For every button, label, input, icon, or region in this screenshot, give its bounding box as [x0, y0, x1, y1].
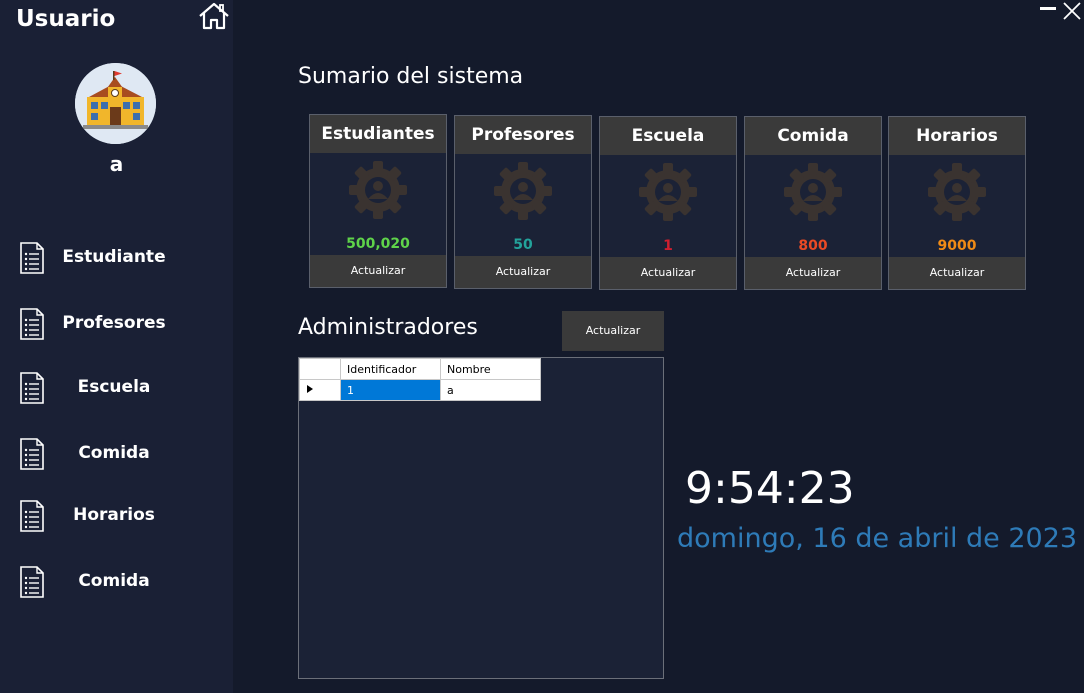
- user-gear-icon: [784, 163, 842, 221]
- sidebar-item-profesores[interactable]: Profesores: [0, 298, 233, 348]
- card-escuela: Escuela 1 Actualizar: [599, 116, 737, 290]
- table-row[interactable]: 1 a: [299, 379, 541, 401]
- card-value: 1: [663, 238, 673, 254]
- avatar: [75, 63, 156, 144]
- row-header-corner: [299, 358, 341, 380]
- sidebar-item-label: Profesores: [62, 313, 166, 333]
- column-header-identificador[interactable]: Identificador: [340, 358, 441, 380]
- user-gear-icon: [928, 163, 986, 221]
- card-estudiantes: Estudiantes 500,020 Actualizar: [309, 114, 447, 288]
- summary-title: Sumario del sistema: [298, 64, 524, 89]
- card-title: Comida: [745, 117, 881, 155]
- clock-date: domingo, 16 de abril de 2023: [677, 523, 1078, 554]
- current-row-arrow-icon: [307, 384, 313, 393]
- user-gear-icon: [639, 163, 697, 221]
- card-profesores: Profesores 50 Actualizar: [454, 115, 592, 289]
- sidebar-item-comida[interactable]: Comida: [0, 428, 233, 478]
- card-title: Profesores: [455, 116, 591, 154]
- card-title: Escuela: [600, 117, 736, 155]
- user-name: a: [109, 152, 124, 176]
- column-header-nombre[interactable]: Nombre: [440, 358, 541, 380]
- user-gear-icon: [494, 162, 552, 220]
- card-title: Horarios: [889, 117, 1025, 155]
- refresh-admins-button[interactable]: Actualizar: [562, 311, 664, 351]
- card-value: 500,020: [346, 236, 410, 252]
- sidebar-item-label: Estudiante: [62, 247, 166, 267]
- admins-table: Identificador Nombre 1 a: [299, 358, 541, 401]
- card-value: 800: [798, 238, 828, 254]
- card-value: 50: [513, 237, 533, 253]
- sidebar-item-label: Comida: [78, 443, 150, 463]
- admins-title: Administradores: [298, 315, 478, 340]
- school-building-icon: [75, 63, 156, 144]
- close-icon[interactable]: [1061, 0, 1083, 22]
- cell-identificador[interactable]: 1: [340, 379, 441, 401]
- cell-nombre[interactable]: a: [440, 379, 541, 401]
- admins-grid[interactable]: Identificador Nombre 1 a: [298, 357, 664, 679]
- sidebar-item-escuela[interactable]: Escuela: [0, 362, 233, 412]
- sidebar-item-comida-2[interactable]: Comida: [0, 556, 233, 606]
- refresh-escuela-button[interactable]: Actualizar: [600, 257, 736, 289]
- refresh-estudiantes-button[interactable]: Actualizar: [310, 255, 446, 287]
- minimize-icon[interactable]: [1038, 0, 1058, 16]
- sidebar-item-label: Horarios: [73, 505, 155, 525]
- sidebar-item-label: Escuela: [77, 377, 151, 397]
- refresh-profesores-button[interactable]: Actualizar: [455, 256, 591, 288]
- user-gear-icon: [349, 161, 407, 219]
- sidebar-item-label: Comida: [78, 571, 150, 591]
- card-horarios: Horarios 9000 Actualizar: [888, 116, 1026, 290]
- card-title: Estudiantes: [310, 115, 446, 153]
- sidebar-item-estudiante[interactable]: Estudiante: [0, 232, 233, 282]
- refresh-comida-button[interactable]: Actualizar: [745, 257, 881, 289]
- card-value: 9000: [937, 238, 977, 254]
- refresh-horarios-button[interactable]: Actualizar: [889, 257, 1025, 289]
- sidebar-title: Usuario: [16, 6, 116, 32]
- row-selector[interactable]: [299, 379, 341, 401]
- home-icon[interactable]: [197, 1, 231, 31]
- table-header-row: Identificador Nombre: [299, 358, 541, 380]
- sidebar: Usuario a Estudiante Profesores Escuela …: [0, 0, 233, 693]
- card-comida: Comida 800 Actualizar: [744, 116, 882, 290]
- clock-time: 9:54:23: [685, 463, 855, 514]
- sidebar-item-horarios[interactable]: Horarios: [0, 490, 233, 540]
